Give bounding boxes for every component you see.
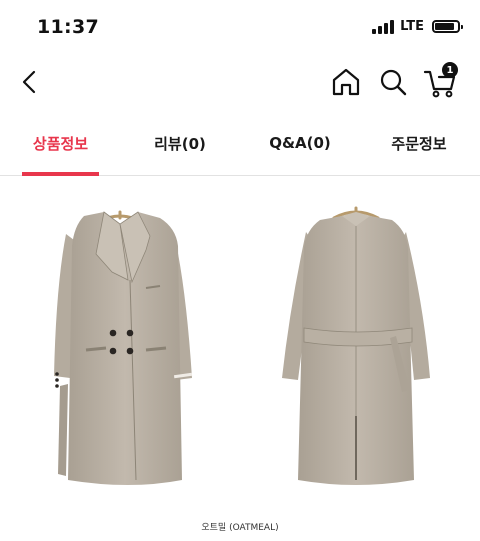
tab-product-info[interactable]: 상품정보 [22,110,99,176]
status-bar: 11:37 LTE [0,0,480,56]
network-type: LTE [400,19,424,34]
chevron-left-icon [22,70,36,94]
coat-back-view [282,206,430,485]
tab-label: 리뷰(0) [154,134,206,153]
coat-front-view [54,210,193,485]
search-icon [380,69,407,96]
home-button[interactable] [330,66,362,98]
status-indicators: LTE [372,19,463,34]
product-image [54,206,430,485]
tab-qna[interactable]: Q&A(0) [258,110,342,176]
tab-label: 주문정보 [391,134,447,153]
home-icon [332,68,360,96]
cart-button[interactable]: 1 [422,62,462,100]
battery-icon [432,20,463,33]
nav-bar: 1 [0,56,480,108]
cart-count-badge: 1 [442,62,458,78]
status-time: 11:37 [37,16,99,38]
product-detail-content: 오트밀 (OATMEAL) [0,176,480,541]
back-button[interactable] [14,66,44,98]
signal-strength-icon [372,19,395,34]
battery-level [435,23,454,30]
tab-label: Q&A(0) [269,134,331,152]
tab-order-info[interactable]: 주문정보 [379,110,459,176]
tab-bar: 상품정보 리뷰(0) Q&A(0) 주문정보 [0,110,480,176]
color-option-caption: 오트밀 (OATMEAL) [201,523,279,533]
search-button[interactable] [377,66,409,98]
tab-label: 상품정보 [32,134,89,153]
tab-reviews[interactable]: 리뷰(0) [140,110,220,176]
